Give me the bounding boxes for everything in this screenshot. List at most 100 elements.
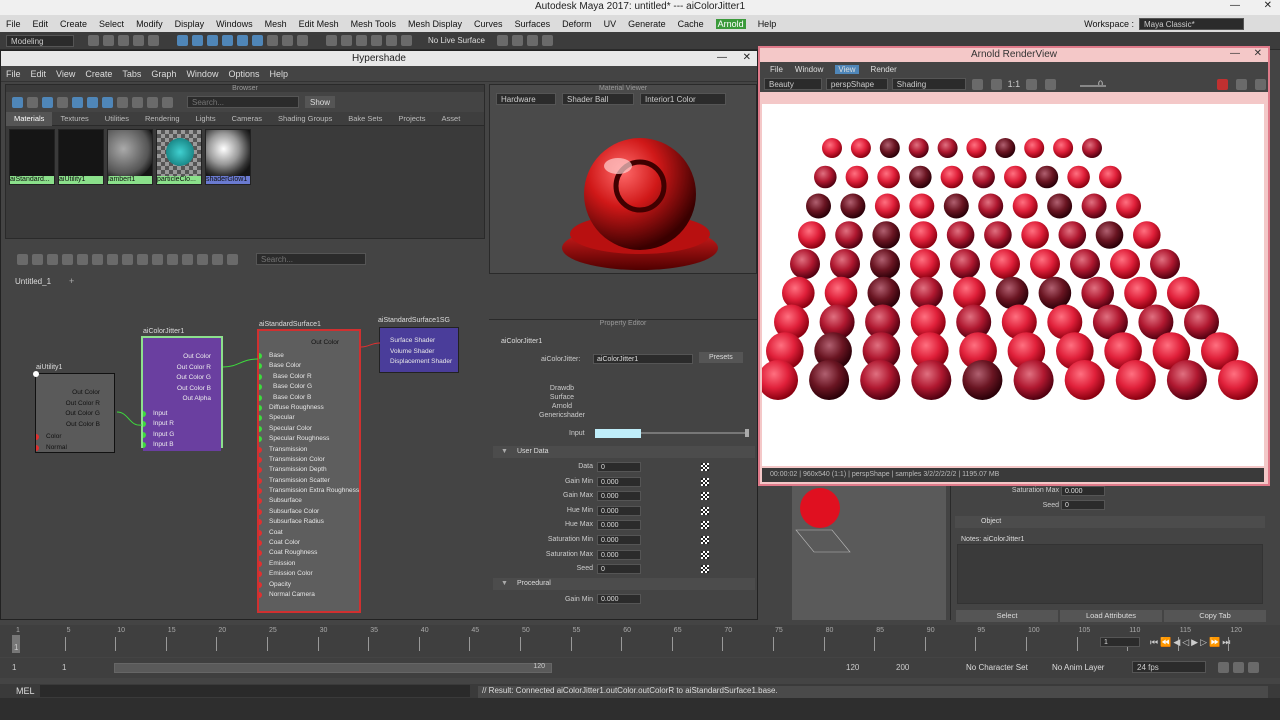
attr-field[interactable]: 0.000	[597, 476, 641, 487]
menu-help[interactable]: Help	[758, 19, 777, 29]
rv-menu-window[interactable]: Window	[795, 65, 823, 74]
user-data-section[interactable]: User Data	[493, 446, 755, 458]
hs-menu-create[interactable]: Create	[85, 69, 112, 79]
go-end-icon[interactable]: ⏭	[1222, 637, 1230, 648]
graph-search-icon[interactable]	[197, 253, 208, 265]
input-slider-handle[interactable]	[745, 429, 749, 437]
rv-menu-render[interactable]: Render	[871, 65, 897, 74]
graph-rearrange-icon[interactable]	[107, 253, 118, 265]
rv-gear-icon[interactable]	[1236, 78, 1247, 90]
environment-select[interactable]: Interior1 Color	[640, 93, 726, 105]
menu-uv[interactable]: UV	[604, 19, 617, 29]
browser-tab-bake-sets[interactable]: Bake Sets	[340, 112, 390, 126]
time-slider[interactable]: 1 5 10 15 20 25 30 35 40 45 50 55 60 65 70 75 80 85 90 95 10…	[0, 625, 1280, 657]
character-set-label[interactable]: No Character Set	[966, 663, 1028, 672]
hs-menu-edit[interactable]: Edit	[31, 69, 47, 79]
add-graph-tab-icon[interactable]: +	[69, 276, 74, 286]
select-by-component-icon[interactable]	[207, 35, 218, 47]
ipr-icon[interactable]	[401, 35, 412, 47]
snap-surface-icon[interactable]	[282, 35, 293, 47]
hs-menu-help[interactable]: Help	[269, 69, 288, 79]
notes-textarea[interactable]	[957, 544, 1263, 604]
map-button-icon[interactable]	[701, 492, 709, 501]
hs-minimize-button[interactable]: —	[717, 52, 727, 63]
prefs-icon[interactable]	[1248, 662, 1259, 673]
attr-field[interactable]: 0	[597, 462, 641, 472]
graph-connected-icon[interactable]	[152, 253, 163, 265]
hs-menu-view[interactable]: View	[56, 69, 75, 79]
browser-tab-utilities[interactable]: Utilities	[97, 112, 137, 126]
menu-edit[interactable]: Edit	[33, 19, 49, 29]
hs-sort-time-icon[interactable]	[132, 96, 143, 108]
ae-button-load-attributes[interactable]: Load Attributes	[1060, 610, 1162, 622]
material-swatch[interactable]: aiStandard...	[9, 129, 55, 185]
step-forward-icon[interactable]: ▷	[1200, 637, 1207, 648]
rv-menu-file[interactable]: File	[770, 65, 783, 74]
range-end-label[interactable]: 120	[846, 663, 859, 672]
menu-modify[interactable]: Modify	[136, 19, 163, 29]
graph-output-icon[interactable]	[32, 253, 43, 265]
menu-generate[interactable]: Generate	[628, 19, 666, 29]
graph-frame-icon[interactable]	[122, 253, 133, 265]
map-button-icon[interactable]	[701, 536, 709, 544]
rv-record-icon[interactable]	[1217, 78, 1229, 90]
object-section[interactable]: Object	[955, 516, 1265, 528]
rv-settings-icon[interactable]	[1045, 78, 1057, 90]
snap-grid-icon[interactable]	[222, 35, 233, 47]
hypershade-icon[interactable]	[526, 35, 538, 47]
browser-tab-shading-groups[interactable]: Shading Groups	[270, 112, 340, 126]
save-scene-icon[interactable]	[118, 35, 129, 47]
snap-view-icon[interactable]	[267, 35, 278, 47]
hs-menu-window[interactable]: Window	[186, 69, 218, 79]
menu-mesh-display[interactable]: Mesh Display	[408, 19, 462, 29]
hs-small-grid-icon[interactable]	[87, 96, 98, 108]
loop-icon[interactable]	[1218, 662, 1229, 673]
range-bar[interactable]: 120	[114, 663, 552, 673]
attr-field[interactable]: 0.000	[597, 535, 641, 545]
browser-tab-asset[interactable]: Asset	[434, 112, 469, 126]
hs-filter-icon[interactable]	[162, 96, 173, 108]
render-frame-icon[interactable]	[386, 35, 397, 47]
render-view-icon[interactable]	[511, 35, 523, 47]
range-start2-label[interactable]: 1	[62, 663, 66, 672]
graph-grid-icon[interactable]	[212, 253, 223, 265]
graph-snap-icon[interactable]	[227, 253, 238, 265]
graph-search-input[interactable]	[256, 253, 366, 265]
hs-sort-type-icon[interactable]	[117, 96, 128, 108]
menu-display[interactable]: Display	[175, 19, 205, 29]
play-back-icon[interactable]: ◁	[1182, 637, 1189, 648]
hs-menu-file[interactable]: File	[6, 69, 21, 79]
graph-input-icon[interactable]	[17, 253, 28, 265]
render-settings-icon[interactable]	[496, 35, 508, 47]
map-button-icon[interactable]	[701, 550, 709, 559]
browser-search-input[interactable]	[187, 96, 299, 108]
map-button-icon[interactable]	[701, 463, 709, 471]
aov-select[interactable]: Beauty	[764, 78, 822, 90]
menu-file[interactable]: File	[6, 19, 21, 29]
menu-windows[interactable]: Windows	[216, 19, 253, 29]
ae-saturation-max-field[interactable]: 0.000	[1061, 486, 1105, 496]
hs-minus-icon[interactable]	[27, 96, 38, 108]
menu-surfaces[interactable]: Surfaces	[515, 19, 551, 29]
fps-select[interactable]: 24 fps	[1132, 661, 1206, 673]
attr-field[interactable]: 0.000	[597, 520, 641, 531]
browser-tab-materials[interactable]: Materials	[6, 111, 53, 126]
redo-icon[interactable]	[148, 35, 159, 47]
jitter-name-field[interactable]: aiColorJitter1	[593, 354, 693, 364]
hs-list-icon[interactable]	[57, 96, 68, 108]
camera-select[interactable]: perspShape	[825, 78, 888, 90]
step-back-key-icon[interactable]: ⏪	[1160, 637, 1171, 648]
ae-seed-field[interactable]: 0	[1061, 500, 1105, 510]
hs-grid-icon[interactable]	[72, 96, 83, 108]
mode-select[interactable]: Modeling	[6, 34, 74, 47]
input-slider-track[interactable]	[641, 432, 745, 434]
graph-remove-icon[interactable]	[77, 253, 88, 265]
refresh-render-icon[interactable]	[990, 78, 1002, 90]
go-start-icon[interactable]: ⏮	[1150, 637, 1158, 648]
key-icon[interactable]	[1233, 662, 1244, 673]
hs-reverse-icon[interactable]	[147, 96, 158, 108]
rv-sound-icon[interactable]	[1254, 78, 1266, 90]
range-end2-label[interactable]: 200	[896, 663, 909, 672]
menu-edit-mesh[interactable]: Edit Mesh	[299, 19, 339, 29]
minimize-button[interactable]: —	[1230, 0, 1240, 11]
